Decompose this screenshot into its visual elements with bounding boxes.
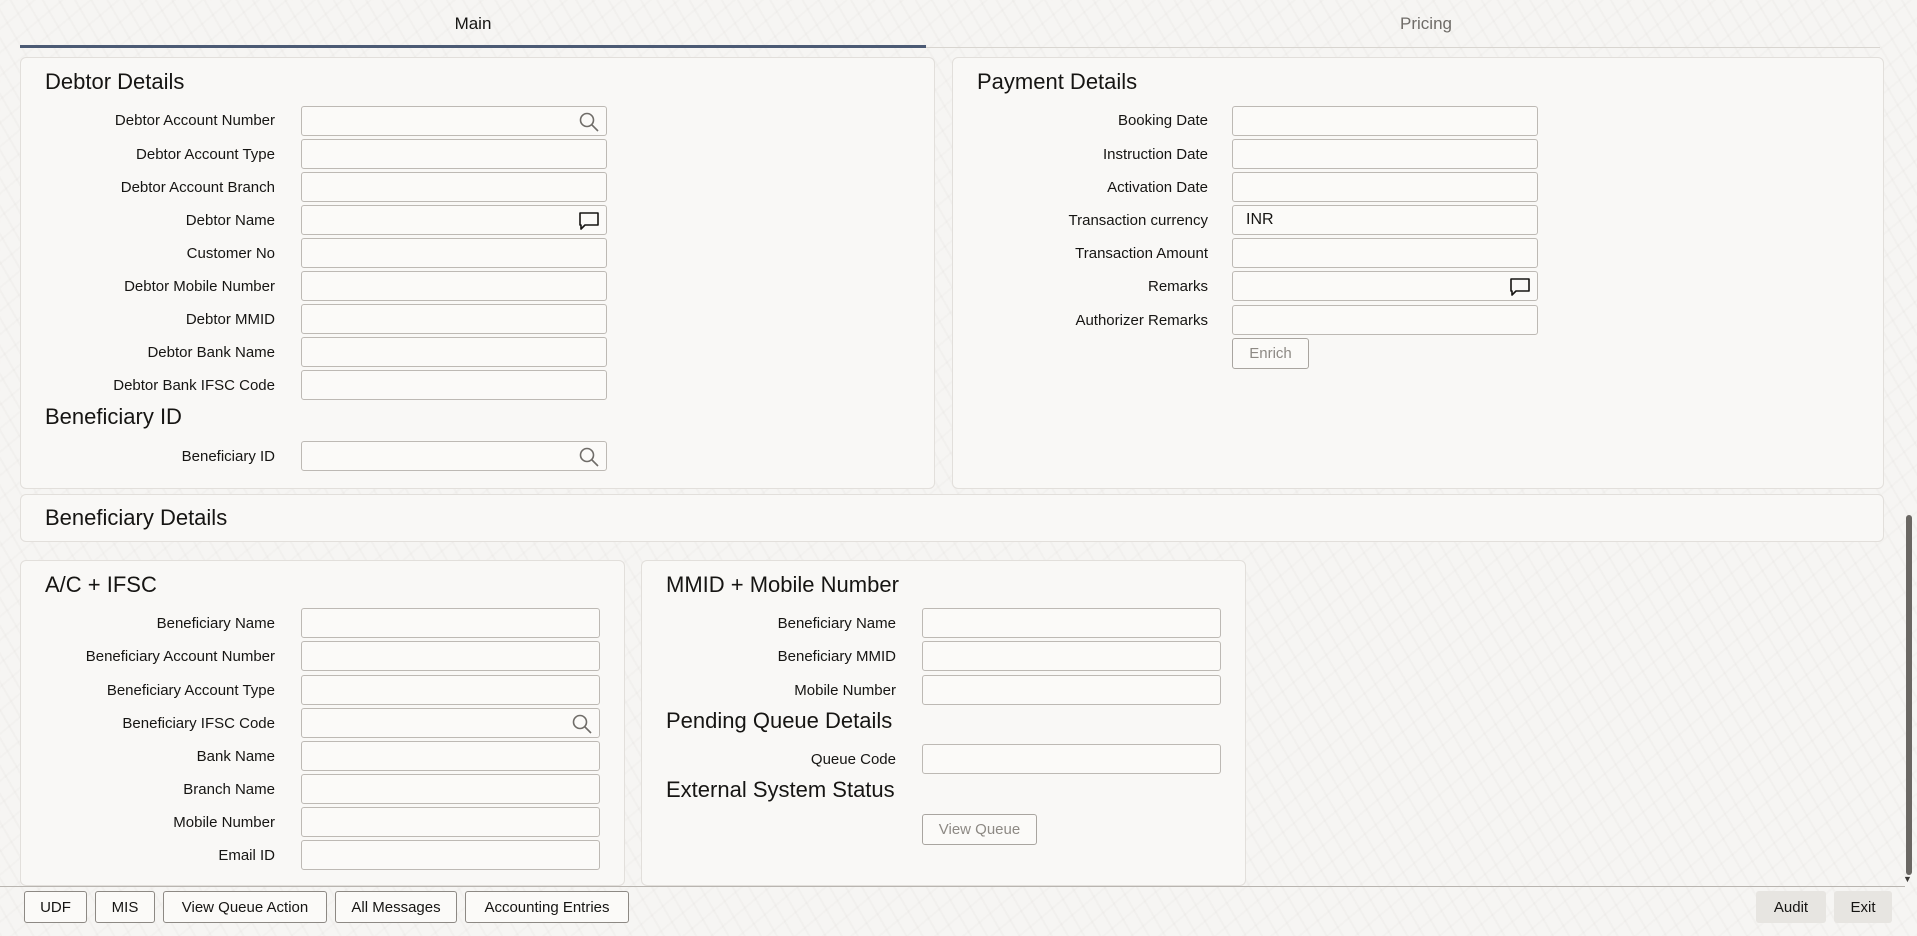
tab-pricing[interactable]: Pricing (926, 0, 1917, 48)
debtor-account-number-label: Debtor Account Number (114, 112, 275, 129)
transaction-currency-label: Transaction currency (1068, 212, 1209, 229)
beneficiary-account-type-input[interactable] (301, 675, 600, 705)
comment-icon[interactable] (1509, 276, 1531, 298)
footer-divider (0, 886, 1905, 887)
search-icon[interactable] (578, 446, 600, 468)
beneficiary-mmid-input[interactable] (922, 641, 1221, 671)
ac-ifsc-heading: A/C + IFSC (45, 572, 157, 597)
debtor-mmid-input[interactable] (301, 304, 607, 334)
exit-button[interactable]: Exit (1834, 891, 1892, 923)
tab-main[interactable]: Main (20, 0, 926, 48)
booking-date-label: Booking Date (1117, 112, 1208, 129)
debtor-details-heading: Debtor Details (45, 69, 185, 94)
udf-button[interactable]: UDF (24, 891, 87, 923)
debtor-mmid-label: Debtor MMID (185, 311, 275, 328)
debtor-account-number-input[interactable] (301, 106, 607, 136)
debtor-account-type-label: Debtor Account Type (136, 146, 275, 163)
debtor-mobile-number-label: Debtor Mobile Number (124, 278, 275, 295)
enrich-button[interactable]: Enrich (1232, 338, 1309, 369)
view-queue-button[interactable]: View Queue (922, 814, 1037, 845)
debtor-bank-name-label: Debtor Bank Name (147, 344, 275, 361)
tab-main-underline (20, 45, 926, 48)
transaction-currency-input[interactable]: INR (1232, 205, 1538, 235)
debtor-account-branch-label: Debtor Account Branch (120, 179, 275, 196)
mmid-mobile-number-input[interactable] (922, 675, 1221, 705)
beneficiary-id-label: Beneficiary ID (181, 448, 275, 465)
mmid-beneficiary-name-label: Beneficiary Name (777, 615, 896, 632)
transaction-currency-value: INR (1246, 211, 1274, 228)
beneficiary-mmid-label: Beneficiary MMID (777, 648, 896, 665)
vertical-scrollbar[interactable] (1906, 515, 1912, 875)
debtor-account-branch-input[interactable] (301, 172, 607, 202)
instruction-date-label: Instruction Date (1102, 146, 1208, 163)
customer-no-input[interactable] (301, 238, 607, 268)
authorizer-remarks-input[interactable] (1232, 305, 1538, 335)
debtor-mobile-number-input[interactable] (301, 271, 607, 301)
remarks-input[interactable] (1232, 271, 1538, 301)
beneficiary-details-panel (20, 494, 1884, 542)
beneficiary-details-heading: Beneficiary Details (45, 505, 228, 530)
debtor-bank-ifsc-input[interactable] (301, 370, 607, 400)
debtor-account-type-input[interactable] (301, 139, 607, 169)
transaction-amount-label: Transaction Amount (1075, 245, 1208, 262)
beneficiary-id-heading: Beneficiary ID (45, 404, 182, 429)
bank-name-label: Bank Name (196, 748, 275, 765)
audit-button[interactable]: Audit (1756, 891, 1826, 923)
remarks-label: Remarks (1147, 278, 1208, 295)
transaction-amount-input[interactable] (1232, 238, 1538, 268)
ac-beneficiary-name-input[interactable] (301, 608, 600, 638)
instruction-date-input[interactable] (1232, 139, 1538, 169)
email-id-label: Email ID (218, 847, 275, 864)
search-icon[interactable] (578, 111, 600, 133)
bank-name-input[interactable] (301, 741, 600, 771)
view-queue-action-button[interactable]: View Queue Action (163, 891, 327, 923)
activation-date-input[interactable] (1232, 172, 1538, 202)
booking-date-input[interactable] (1232, 106, 1538, 136)
payment-details-heading: Payment Details (977, 69, 1138, 94)
debtor-bank-ifsc-label: Debtor Bank IFSC Code (113, 377, 275, 394)
accounting-entries-button[interactable]: Accounting Entries (465, 891, 629, 923)
ac-beneficiary-name-label: Beneficiary Name (156, 615, 275, 632)
external-system-status-heading: External System Status (666, 777, 895, 802)
scroll-down-icon[interactable]: ▼ (1903, 874, 1912, 884)
mmid-mobile-number-label: Mobile Number (794, 682, 896, 699)
branch-name-input[interactable] (301, 774, 600, 804)
ac-mobile-number-label: Mobile Number (173, 814, 275, 831)
authorizer-remarks-label: Authorizer Remarks (1075, 312, 1208, 329)
pending-queue-heading: Pending Queue Details (666, 708, 893, 733)
beneficiary-ifsc-input[interactable] (301, 708, 600, 738)
mis-button[interactable]: MIS (95, 891, 155, 923)
ac-mobile-number-input[interactable] (301, 807, 600, 837)
queue-code-label: Queue Code (810, 751, 896, 768)
email-id-input[interactable] (301, 840, 600, 870)
activation-date-label: Activation Date (1107, 179, 1208, 196)
mmid-beneficiary-name-input[interactable] (922, 608, 1221, 638)
customer-no-label: Customer No (186, 245, 275, 262)
branch-name-label: Branch Name (183, 781, 275, 798)
mmid-heading: MMID + Mobile Number (666, 572, 899, 597)
beneficiary-ifsc-label: Beneficiary IFSC Code (122, 715, 275, 732)
beneficiary-account-number-input[interactable] (301, 641, 600, 671)
beneficiary-id-input[interactable] (301, 441, 607, 471)
beneficiary-account-type-label: Beneficiary Account Type (106, 682, 275, 699)
debtor-name-label: Debtor Name (185, 212, 275, 229)
comment-icon[interactable] (578, 210, 600, 232)
search-icon[interactable] (571, 713, 593, 735)
queue-code-input[interactable] (922, 744, 1221, 774)
debtor-name-input[interactable] (301, 205, 607, 235)
debtor-bank-name-input[interactable] (301, 337, 607, 367)
beneficiary-account-number-label: Beneficiary Account Number (85, 648, 275, 665)
all-messages-button[interactable]: All Messages (335, 891, 457, 923)
